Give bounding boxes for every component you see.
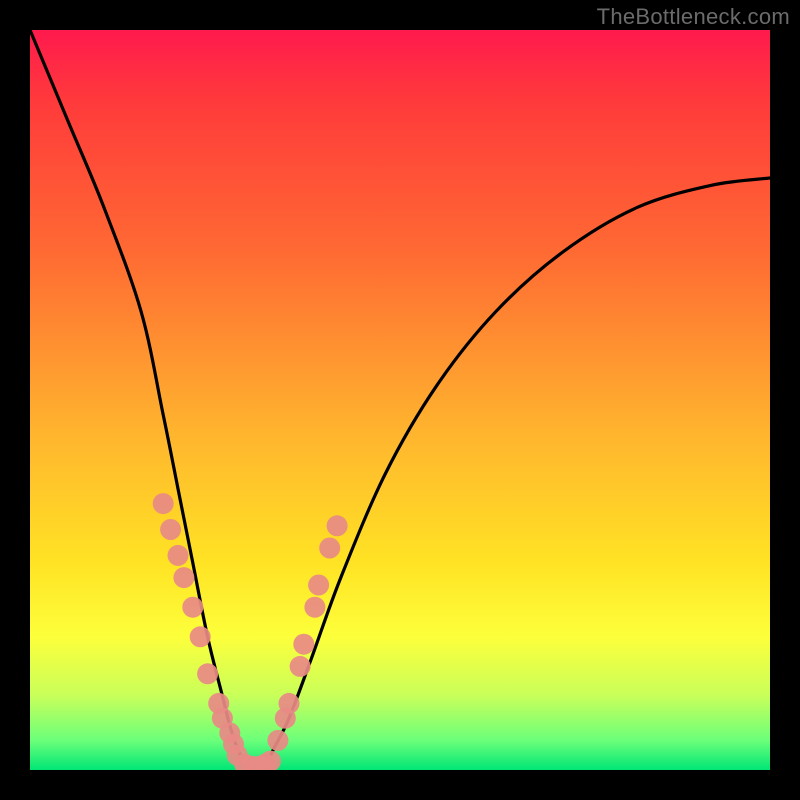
marker-dot	[173, 567, 194, 588]
marker-dot	[160, 519, 181, 540]
watermark-text: TheBottleneck.com	[597, 4, 790, 30]
marker-dot	[197, 663, 218, 684]
marker-dot	[153, 493, 174, 514]
marker-dot	[279, 693, 300, 714]
marker-dot	[267, 730, 288, 751]
chart-frame: TheBottleneck.com	[0, 0, 800, 800]
plot-area	[30, 30, 770, 770]
marker-dot	[327, 515, 348, 536]
marker-dot	[260, 751, 281, 770]
bottleneck-curve	[30, 30, 770, 770]
marker-dot	[308, 575, 329, 596]
marker-dot	[290, 656, 311, 677]
marker-dot	[190, 626, 211, 647]
marker-dot	[319, 538, 340, 559]
curve-svg	[30, 30, 770, 770]
marker-dot	[182, 597, 203, 618]
marker-dot	[293, 634, 314, 655]
marker-dot	[304, 597, 325, 618]
curve-markers	[153, 493, 348, 770]
marker-dot	[168, 545, 189, 566]
